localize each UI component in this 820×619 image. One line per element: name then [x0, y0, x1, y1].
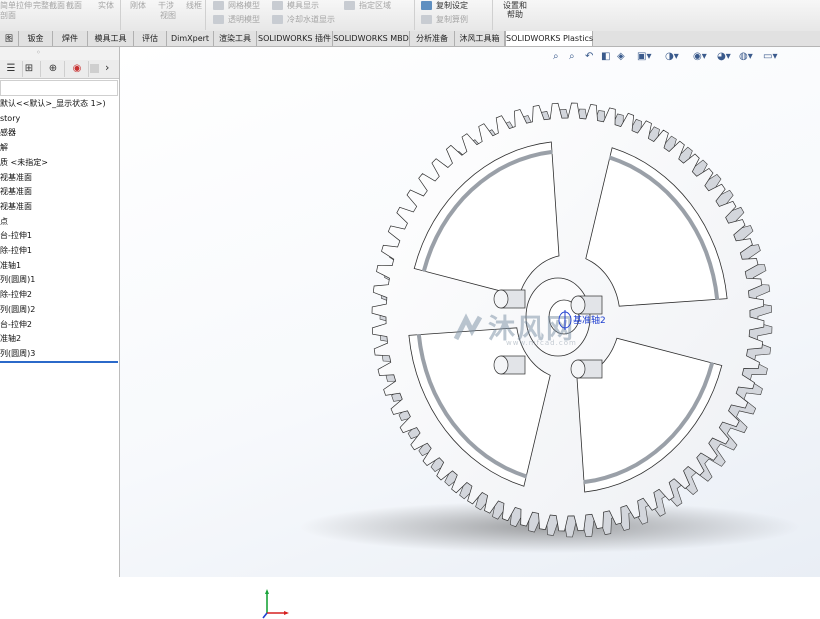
graphics-area[interactable]: 沐风网 www.mfcad.com	[120, 47, 820, 619]
tree-item[interactable]: 准轴1	[0, 261, 21, 271]
cooling-channel-icon[interactable]	[272, 15, 283, 24]
copy-settings-icon[interactable]	[421, 1, 432, 10]
tab-analysis-prep[interactable]: 分析准备	[410, 31, 455, 46]
tab-mold-tools[interactable]: 模具工具	[88, 31, 134, 46]
tree-item[interactable]: 默认<<默认>_显示状态 1>)	[0, 99, 106, 109]
tree-item[interactable]: 除-拉伸2	[0, 290, 32, 300]
tree-item[interactable]: 点	[0, 217, 8, 227]
watermark-url: www.mfcad.com	[506, 339, 577, 347]
tree-item[interactable]: 台-拉伸1	[0, 231, 32, 241]
ribbon-full-section[interactable]: 完整截面	[33, 1, 65, 10]
previous-view-icon[interactable]: ↶	[585, 50, 593, 64]
ribbon-wireframe[interactable]: 线框	[186, 1, 202, 10]
dynamic-annotation-icon[interactable]: ◈	[617, 50, 625, 64]
ribbon-copy-example[interactable]: 复制算例	[436, 15, 468, 24]
pin	[493, 289, 526, 309]
datum-axis-label[interactable]: 基准轴2	[573, 313, 606, 326]
scene-icon[interactable]: ◍▾	[739, 50, 753, 64]
tab-evaluate[interactable]: 评估	[134, 31, 167, 46]
ribbon-rigid[interactable]: 刚体	[130, 1, 146, 10]
tab-weldments[interactable]: 焊件	[53, 31, 88, 46]
tabs-scroll-left-icon[interactable]	[90, 64, 99, 73]
tab-render-tools[interactable]: 渲染工具	[214, 31, 257, 46]
panel-tabs: ☰ ⊞ ⊕ ◉ ›	[0, 60, 119, 79]
ribbon-mesh-model[interactable]: 网格模型	[228, 1, 260, 10]
view-orientation-icon[interactable]: ▣▾	[637, 50, 651, 64]
tree-item[interactable]: 感器	[0, 128, 16, 138]
tree-item[interactable]: 准轴2	[0, 334, 21, 344]
section-view-icon[interactable]: ◧	[601, 50, 610, 64]
pin	[493, 355, 526, 375]
triad-z-axis	[262, 612, 268, 619]
ribbon-settings-help-line2[interactable]: 帮助	[507, 10, 523, 19]
tree-item[interactable]: 质 <未指定>	[0, 158, 48, 168]
tree-item[interactable]: 台-拉伸2	[0, 320, 32, 330]
property-manager-tab-icon[interactable]: ⊞	[18, 61, 41, 77]
watermark-logo-icon	[453, 313, 483, 341]
ribbon-copy-settings[interactable]: 复制设定	[436, 1, 468, 10]
ribbon-specify-region[interactable]: 指定区域	[359, 1, 391, 10]
mesh-model-icon[interactable]	[213, 1, 224, 10]
panel-header: ◦	[0, 47, 119, 61]
ribbon-simple-extrude[interactable]: 简单拉伸	[0, 1, 32, 10]
datum-axis-marker	[558, 310, 572, 330]
tree-item[interactable]: 列(圆周)1	[0, 275, 35, 285]
tab-sheet-metal[interactable]: 钣金	[19, 31, 53, 46]
axis-triad	[262, 589, 289, 619]
transparent-model-icon[interactable]	[213, 15, 224, 24]
copy-example-icon[interactable]	[421, 15, 432, 24]
tree-item[interactable]: 视基准面	[0, 173, 32, 183]
zoom-area-icon[interactable]: ⌕	[569, 50, 575, 64]
region-icon[interactable]	[344, 1, 355, 10]
tab-dimxpert[interactable]: DimXpert	[167, 31, 214, 46]
tab-solidworks-plastics[interactable]: SOLIDWORKS Plastics	[505, 31, 593, 46]
ribbon-view[interactable]: 视图	[160, 11, 176, 20]
pin	[570, 359, 603, 379]
hide-show-icon[interactable]: ◉▾	[693, 50, 707, 64]
display-style-icon[interactable]: ◑▾	[665, 50, 679, 64]
tab-solidworks-addins[interactable]: SOLIDWORKS 插件	[257, 31, 333, 46]
feature-manager-panel: ◦ ☰ ⊞ ⊕ ◉ › 默认<<默认>_显示状态 1>) story 感器解质 <未…	[0, 47, 120, 577]
tab-mufeng-toolbox[interactable]: 沐风工具箱	[455, 31, 505, 46]
zoom-to-fit-icon[interactable]: ⌕	[553, 50, 559, 64]
tree-item[interactable]: story	[0, 114, 20, 124]
tree-item[interactable]: 列(圆周)3	[0, 349, 35, 359]
tree-item[interactable]: 解	[0, 143, 8, 153]
view-setting-icon[interactable]: ▭▾	[763, 50, 777, 64]
command-ribbon: 简单拉伸 完整截面 截面 实体 刚体 干涉 线框 剖面 视图 网格模型 透明模型…	[0, 0, 820, 32]
ribbon-mold-display[interactable]: 模具显示	[287, 1, 319, 10]
ribbon-interference[interactable]: 干涉	[158, 1, 174, 10]
tabs-scroll-right-icon[interactable]: ›	[105, 61, 109, 74]
ribbon-settings-help-line1[interactable]: 设置和	[503, 1, 527, 10]
appearance-tab-icon[interactable]: ◉	[66, 61, 89, 77]
ribbon-solid[interactable]: 实体	[98, 1, 114, 10]
rollback-bar[interactable]	[0, 361, 118, 363]
tree-item[interactable]: 视基准面	[0, 202, 32, 212]
ribbon-profile[interactable]: 剖面	[0, 11, 16, 20]
tab-drawing[interactable]: 图	[0, 31, 19, 46]
tree-filter-input[interactable]	[0, 80, 118, 96]
tree-item[interactable]: 列(圆周)2	[0, 305, 35, 315]
configuration-tab-icon[interactable]: ⊕	[42, 61, 65, 77]
tab-solidworks-mbd[interactable]: SOLIDWORKS MBD	[333, 31, 410, 46]
mold-display-icon[interactable]	[272, 1, 283, 10]
appearance-icon[interactable]: ◕▾	[717, 50, 731, 64]
tree-item[interactable]: 除-拉伸1	[0, 246, 32, 256]
ribbon-transparent-model[interactable]: 透明模型	[228, 15, 260, 24]
ribbon-section[interactable]: 截面	[66, 1, 82, 10]
panel-grip-icon[interactable]: ◦	[36, 48, 41, 57]
command-manager-tabs: 图 钣金 焊件 模具工具 评估 DimXpert 渲染工具 SOLIDWORKS…	[0, 31, 820, 47]
ribbon-cooling-display[interactable]: 冷却水道显示	[287, 15, 335, 24]
tree-item[interactable]: 视基准面	[0, 187, 32, 197]
